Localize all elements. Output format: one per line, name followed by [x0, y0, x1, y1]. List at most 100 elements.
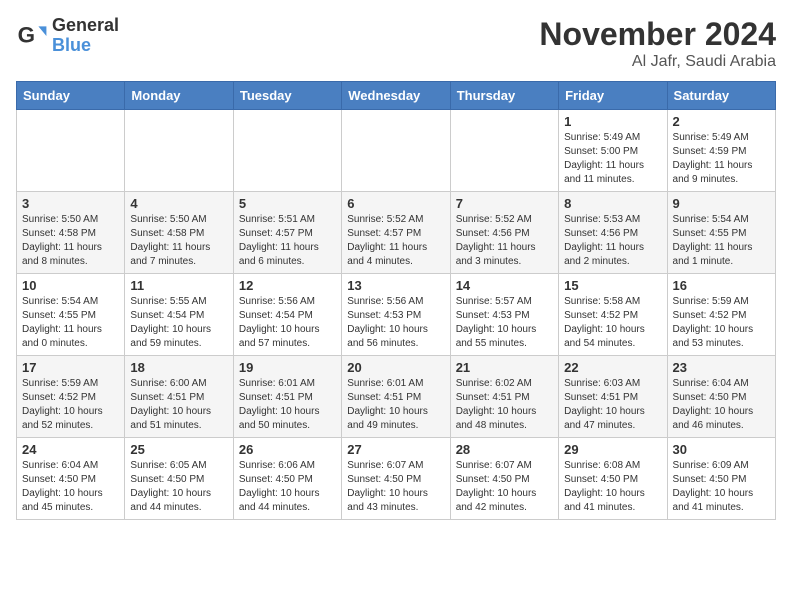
day-info: Sunrise: 5:59 AMSunset: 4:52 PMDaylight:… [22, 377, 119, 433]
header: G General Blue November 2024 Al Jafr, Sa… [16, 16, 776, 71]
calendar-cell: 21 Sunrise: 6:02 AMSunset: 4:51 PMDayligh… [450, 356, 558, 438]
calendar-cell: 26 Sunrise: 6:06 AMSunset: 4:50 PMDayligh… [233, 438, 341, 520]
calendar-cell: 18 Sunrise: 6:00 AMSunset: 4:51 PMDayligh… [125, 356, 233, 438]
calendar-table: SundayMondayTuesdayWednesdayThursdayFrid… [16, 81, 776, 520]
calendar-week-row: 1 Sunrise: 5:49 AMSunset: 5:00 PMDaylight… [17, 110, 776, 192]
location: Al Jafr, Saudi Arabia [539, 53, 776, 71]
day-number: 15 [564, 278, 661, 293]
day-number: 22 [564, 360, 661, 375]
day-number: 24 [22, 442, 119, 457]
day-info: Sunrise: 5:50 AMSunset: 4:58 PMDaylight:… [22, 213, 119, 269]
day-number: 28 [456, 442, 553, 457]
calendar-cell: 12 Sunrise: 5:56 AMSunset: 4:54 PMDayligh… [233, 274, 341, 356]
day-info: Sunrise: 6:02 AMSunset: 4:51 PMDaylight:… [456, 377, 553, 433]
calendar-cell: 5 Sunrise: 5:51 AMSunset: 4:57 PMDaylight… [233, 192, 341, 274]
calendar-week-row: 3 Sunrise: 5:50 AMSunset: 4:58 PMDaylight… [17, 192, 776, 274]
weekday-header-saturday: Saturday [667, 82, 775, 110]
day-number: 5 [239, 196, 336, 211]
calendar-cell: 13Sunrise: 5:56 AMSunset: 4:53 PMDayligh… [342, 274, 450, 356]
weekday-header-friday: Friday [559, 82, 667, 110]
day-info: Sunrise: 6:04 AMSunset: 4:50 PMDaylight:… [22, 459, 119, 515]
day-number: 9 [673, 196, 770, 211]
day-info: Sunrise: 6:06 AMSunset: 4:50 PMDaylight:… [239, 459, 336, 515]
logo-blue: Blue [52, 36, 119, 56]
day-number: 10 [22, 278, 119, 293]
day-number: 12 [239, 278, 336, 293]
day-info: Sunrise: 5:52 AMSunset: 4:56 PMDaylight:… [456, 213, 553, 269]
day-info: Sunrise: 6:03 AMSunset: 4:51 PMDaylight:… [564, 377, 661, 433]
day-number: 6 [347, 196, 444, 211]
calendar-cell [450, 110, 558, 192]
day-number: 16 [673, 278, 770, 293]
day-number: 25 [130, 442, 227, 457]
calendar-cell [342, 110, 450, 192]
title-area: November 2024 Al Jafr, Saudi Arabia [539, 16, 776, 71]
day-info: Sunrise: 6:09 AMSunset: 4:50 PMDaylight:… [673, 459, 770, 515]
day-info: Sunrise: 5:54 AMSunset: 4:55 PMDaylight:… [22, 295, 119, 351]
calendar-cell: 15 Sunrise: 5:58 AMSunset: 4:52 PMDayligh… [559, 274, 667, 356]
day-info: Sunrise: 6:04 AMSunset: 4:50 PMDaylight:… [673, 377, 770, 433]
logo-icon: G [16, 20, 48, 52]
calendar-cell [17, 110, 125, 192]
calendar-cell: 27 Sunrise: 6:07 AMSunset: 4:50 PMDayligh… [342, 438, 450, 520]
day-info: Sunrise: 5:55 AMSunset: 4:54 PMDaylight:… [130, 295, 227, 351]
calendar-cell: 23 Sunrise: 6:04 AMSunset: 4:50 PMDayligh… [667, 356, 775, 438]
day-number: 7 [456, 196, 553, 211]
calendar-cell: 24 Sunrise: 6:04 AMSunset: 4:50 PMDayligh… [17, 438, 125, 520]
day-info: Sunrise: 5:49 AMSunset: 5:00 PMDaylight:… [564, 131, 661, 187]
calendar-cell: 14 Sunrise: 5:57 AMSunset: 4:53 PMDayligh… [450, 274, 558, 356]
day-number: 3 [22, 196, 119, 211]
day-info: Sunrise: 6:07 AMSunset: 4:50 PMDaylight:… [347, 459, 444, 515]
calendar-cell: 29 Sunrise: 6:08 AMSunset: 4:50 PMDayligh… [559, 438, 667, 520]
weekday-header-wednesday: Wednesday [342, 82, 450, 110]
svg-text:G: G [18, 22, 35, 47]
logo: G General Blue [16, 16, 119, 56]
day-number: 18 [130, 360, 227, 375]
day-info: Sunrise: 6:01 AMSunset: 4:51 PMDaylight:… [347, 377, 444, 433]
day-info: Sunrise: 5:49 AMSunset: 4:59 PMDaylight:… [673, 131, 770, 187]
calendar-cell [233, 110, 341, 192]
day-number: 21 [456, 360, 553, 375]
calendar-cell: 6Sunrise: 5:52 AMSunset: 4:57 PMDaylight… [342, 192, 450, 274]
calendar-cell: 17Sunrise: 5:59 AMSunset: 4:52 PMDayligh… [17, 356, 125, 438]
day-info: Sunrise: 5:58 AMSunset: 4:52 PMDaylight:… [564, 295, 661, 351]
day-info: Sunrise: 6:08 AMSunset: 4:50 PMDaylight:… [564, 459, 661, 515]
calendar-cell: 3 Sunrise: 5:50 AMSunset: 4:58 PMDaylight… [17, 192, 125, 274]
day-number: 2 [673, 114, 770, 129]
calendar-cell: 2 Sunrise: 5:49 AMSunset: 4:59 PMDaylight… [667, 110, 775, 192]
weekday-header-tuesday: Tuesday [233, 82, 341, 110]
day-number: 30 [673, 442, 770, 457]
calendar-cell: 22 Sunrise: 6:03 AMSunset: 4:51 PMDayligh… [559, 356, 667, 438]
day-number: 20 [347, 360, 444, 375]
calendar-cell [125, 110, 233, 192]
calendar-cell: 4 Sunrise: 5:50 AMSunset: 4:58 PMDaylight… [125, 192, 233, 274]
day-info: Sunrise: 5:53 AMSunset: 4:56 PMDaylight:… [564, 213, 661, 269]
day-info: Sunrise: 6:01 AMSunset: 4:51 PMDaylight:… [239, 377, 336, 433]
calendar-week-row: 24 Sunrise: 6:04 AMSunset: 4:50 PMDayligh… [17, 438, 776, 520]
day-number: 14 [456, 278, 553, 293]
calendar-cell: 25 Sunrise: 6:05 AMSunset: 4:50 PMDayligh… [125, 438, 233, 520]
day-info: Sunrise: 5:57 AMSunset: 4:53 PMDaylight:… [456, 295, 553, 351]
calendar-cell: 28Sunrise: 6:07 AMSunset: 4:50 PMDayligh… [450, 438, 558, 520]
day-number: 23 [673, 360, 770, 375]
day-info: Sunrise: 6:05 AMSunset: 4:50 PMDaylight:… [130, 459, 227, 515]
day-number: 26 [239, 442, 336, 457]
day-number: 1 [564, 114, 661, 129]
day-number: 13 [347, 278, 444, 293]
calendar-week-row: 10 Sunrise: 5:54 AMSunset: 4:55 PMDayligh… [17, 274, 776, 356]
calendar-cell: 19Sunrise: 6:01 AMSunset: 4:51 PMDayligh… [233, 356, 341, 438]
day-info: Sunrise: 5:59 AMSunset: 4:52 PMDaylight:… [673, 295, 770, 351]
calendar-week-row: 17Sunrise: 5:59 AMSunset: 4:52 PMDayligh… [17, 356, 776, 438]
day-info: Sunrise: 5:50 AMSunset: 4:58 PMDaylight:… [130, 213, 227, 269]
month-title: November 2024 [539, 16, 776, 53]
day-info: Sunrise: 5:51 AMSunset: 4:57 PMDaylight:… [239, 213, 336, 269]
calendar-cell: 10 Sunrise: 5:54 AMSunset: 4:55 PMDayligh… [17, 274, 125, 356]
weekday-header-sunday: Sunday [17, 82, 125, 110]
day-info: Sunrise: 6:00 AMSunset: 4:51 PMDaylight:… [130, 377, 227, 433]
day-number: 29 [564, 442, 661, 457]
calendar-cell: 8Sunrise: 5:53 AMSunset: 4:56 PMDaylight… [559, 192, 667, 274]
day-info: Sunrise: 5:56 AMSunset: 4:54 PMDaylight:… [239, 295, 336, 351]
day-number: 4 [130, 196, 227, 211]
calendar-cell: 9Sunrise: 5:54 AMSunset: 4:55 PMDaylight… [667, 192, 775, 274]
day-number: 27 [347, 442, 444, 457]
